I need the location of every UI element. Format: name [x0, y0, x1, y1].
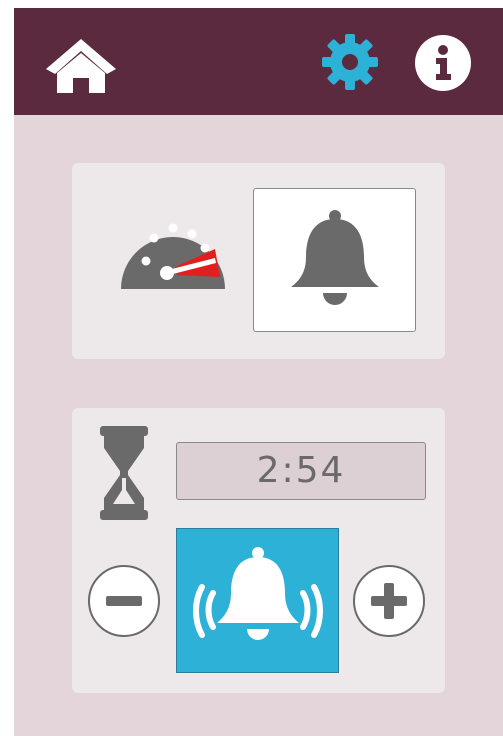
mode-panel: [72, 163, 445, 359]
home-button[interactable]: [44, 36, 118, 94]
decrease-time-button[interactable]: [88, 565, 160, 637]
speedometer-icon: [121, 223, 225, 289]
gear-icon: [322, 34, 378, 90]
timer-panel: 2:54: [72, 408, 445, 693]
ringing-bell-icon: [193, 547, 323, 640]
bell-icon: [291, 210, 379, 305]
timer-display: 2:54: [176, 442, 426, 500]
hourglass-icon: [100, 426, 148, 520]
top-bar: [14, 8, 503, 115]
home-icon: [46, 39, 116, 93]
info-icon: [415, 35, 471, 91]
info-button[interactable]: [414, 34, 472, 92]
minus-icon: [106, 596, 142, 606]
plus-icon: [371, 583, 407, 619]
settings-button[interactable]: [320, 32, 380, 92]
speed-mode-button[interactable]: [117, 205, 229, 293]
app-window: 2:54: [14, 8, 503, 736]
increase-time-button[interactable]: [353, 565, 425, 637]
alarm-button[interactable]: [176, 528, 339, 673]
bell-mode-button[interactable]: [253, 188, 416, 332]
